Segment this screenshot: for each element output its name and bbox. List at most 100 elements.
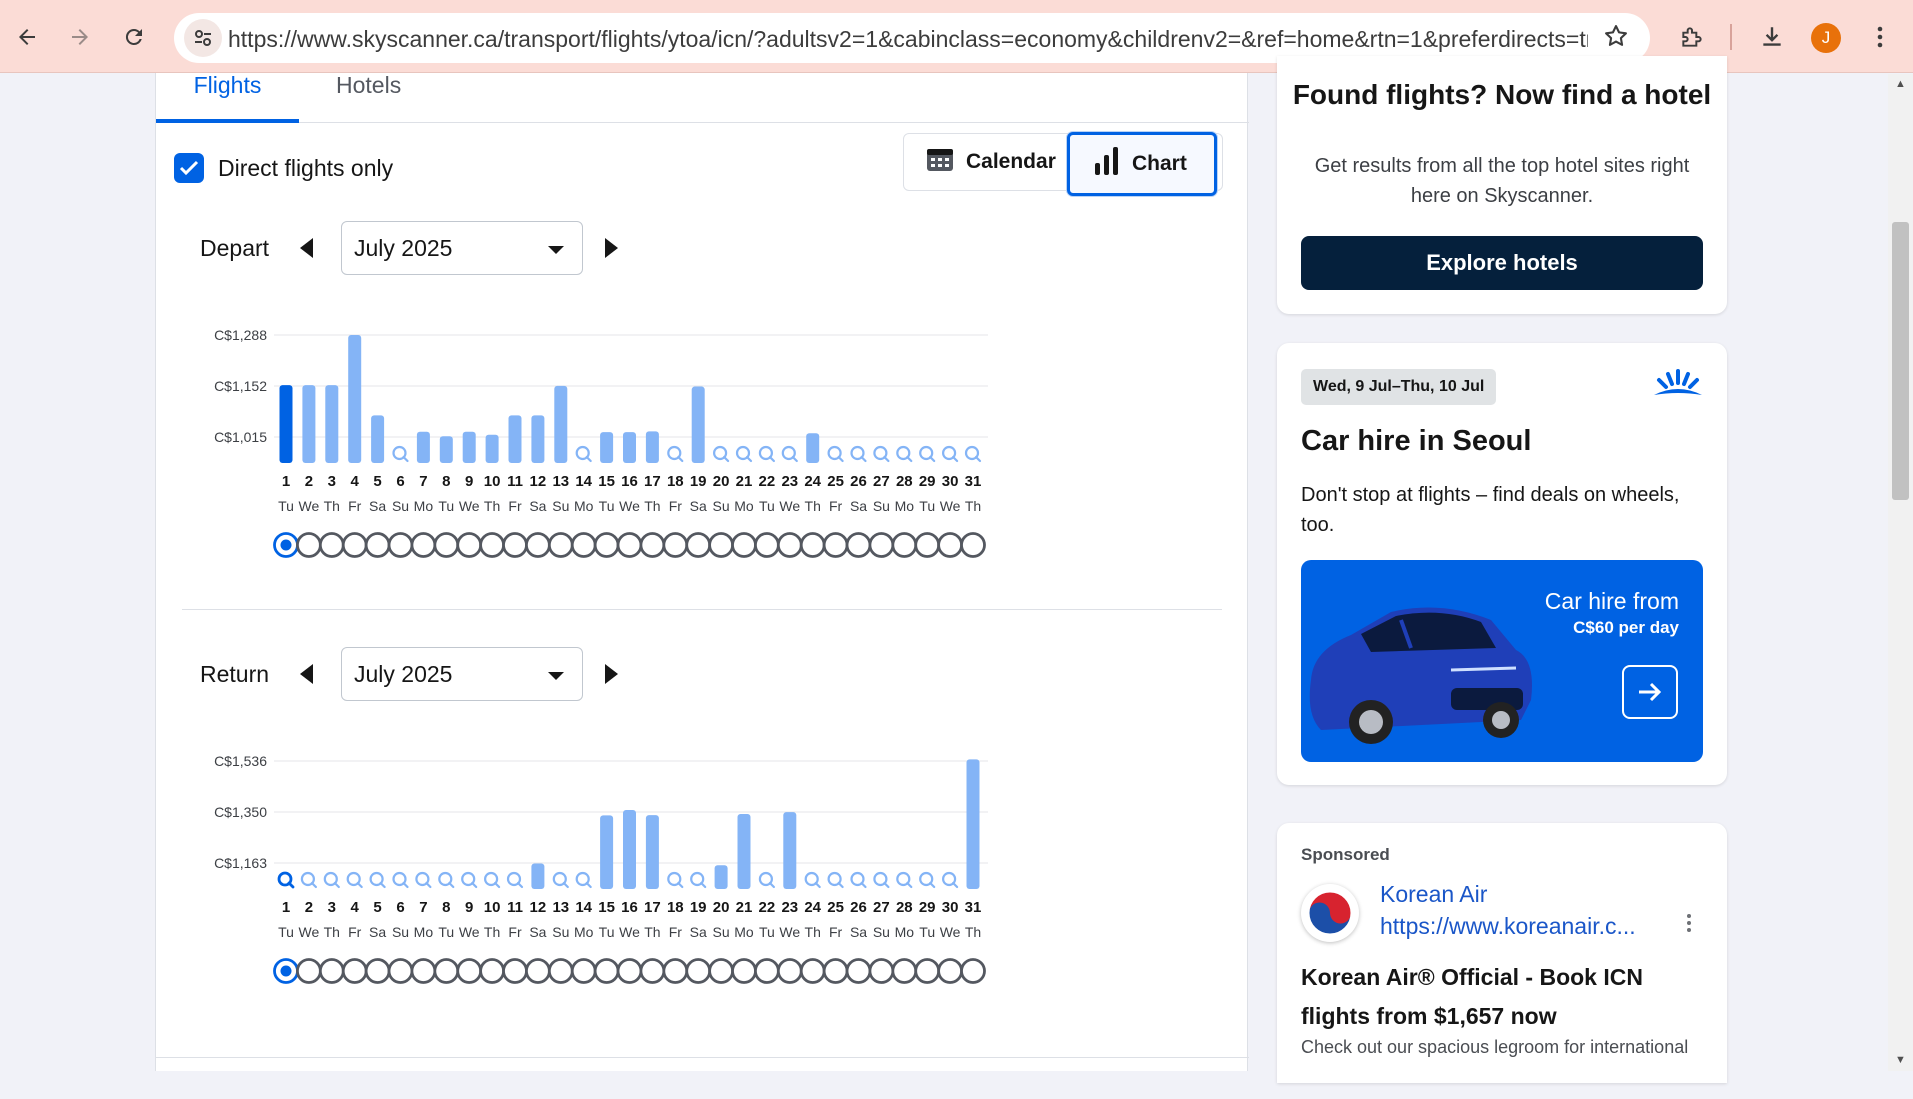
site-info-icon[interactable] [184,19,222,57]
search-icon[interactable] [575,871,592,889]
scroll-thumb[interactable] [1892,222,1909,500]
search-icon[interactable] [919,871,936,889]
day-radio-29[interactable] [914,958,941,984]
day-radio-10[interactable] [479,958,506,984]
direct-flights-checkbox[interactable] [174,153,204,183]
day-radio-31[interactable] [960,532,986,558]
price-bar-day-10[interactable] [485,434,499,463]
tab-flights[interactable]: Flights [156,73,299,123]
day-radio-7[interactable] [410,958,437,984]
return-month-select[interactable]: July 2025 [341,647,583,701]
day-radio-5[interactable] [364,958,391,984]
day-radio-23[interactable] [776,958,803,984]
day-radio-8[interactable] [433,958,460,984]
day-radio-22[interactable] [754,532,780,558]
day-radio-6[interactable] [387,532,414,558]
download-icon[interactable] [1755,20,1789,54]
day-radio-3[interactable] [318,958,345,984]
car-hire-banner[interactable]: Car hire from C$60 per day [1301,560,1703,762]
day-radio-16[interactable] [616,958,643,984]
price-bar-day-16[interactable] [623,809,636,889]
depart-prev-month-icon[interactable] [300,238,313,258]
return-next-month-icon[interactable] [605,664,618,684]
scroll-down-icon[interactable]: ▼ [1895,1054,1906,1066]
day-radio-28[interactable] [891,958,918,984]
day-radio-7[interactable] [410,532,437,558]
day-radio-10[interactable] [479,532,506,558]
search-icon[interactable] [415,871,432,889]
price-bar-day-12[interactable] [531,863,545,889]
price-bar-day-4[interactable] [348,335,362,463]
price-bar-day-8[interactable] [439,436,453,463]
scroll-up-icon[interactable]: ▲ [1895,78,1906,90]
day-radio-30[interactable] [937,958,963,984]
profile-avatar[interactable]: J [1811,23,1841,53]
day-radio-2[interactable] [295,532,322,558]
price-bar-day-17[interactable] [645,431,659,463]
day-radio-15[interactable] [593,958,620,984]
day-radio-28[interactable] [891,532,918,558]
return-prev-month-icon[interactable] [300,664,313,684]
search-icon[interactable] [323,871,340,889]
day-radio-14[interactable] [570,958,597,984]
price-bar-day-15[interactable] [600,432,614,463]
price-bar-day-19[interactable] [691,386,705,463]
day-radio-9[interactable] [456,532,483,558]
day-radio-4[interactable] [341,958,368,984]
search-icon[interactable] [758,871,776,889]
day-radio-19[interactable] [685,532,712,558]
day-radio-20[interactable] [708,532,734,558]
day-radio-13[interactable] [547,532,574,558]
day-radio-26[interactable] [845,958,872,984]
price-bar-day-20[interactable] [714,865,728,889]
day-radio-30[interactable] [937,532,963,558]
forward-icon[interactable] [63,20,97,54]
price-bar-day-2[interactable] [302,385,316,463]
reload-icon[interactable] [117,20,151,54]
day-radio-21[interactable] [731,958,757,984]
search-icon[interactable] [781,445,798,463]
day-radio-17[interactable] [639,532,666,558]
day-radio-24[interactable] [799,532,826,558]
day-radio-27[interactable] [868,958,895,984]
search-icon[interactable] [392,445,409,463]
day-radio-11[interactable] [502,532,528,558]
day-radio-13[interactable] [547,958,574,984]
day-radio-26[interactable] [845,532,872,558]
price-bar-day-21[interactable] [737,814,751,889]
day-radio-6[interactable] [387,958,414,984]
ad-advertiser-name[interactable]: Korean Air [1380,881,1487,908]
price-bar-day-7[interactable] [416,431,430,463]
search-icon[interactable] [896,871,913,889]
search-icon[interactable] [919,445,936,463]
price-bar-day-31[interactable] [966,759,980,889]
back-icon[interactable] [10,20,44,54]
day-radio-24[interactable] [799,958,826,984]
browser-menu-icon[interactable] [1863,20,1897,54]
search-icon[interactable] [873,445,890,463]
day-radio-15[interactable] [593,532,620,558]
day-radio-4[interactable] [341,532,368,558]
page-scrollbar[interactable]: ▲ ▼ [1888,74,1913,1071]
day-radio-12[interactable] [524,532,551,558]
extensions-icon[interactable] [1675,20,1709,54]
search-icon[interactable] [667,871,684,889]
search-icon[interactable] [346,871,363,889]
search-icon[interactable] [804,871,821,889]
ad-url[interactable]: https://www.koreanair.c... [1380,913,1636,940]
direct-flights-filter[interactable]: Direct flights only [174,153,393,183]
car-hire-card[interactable]: Wed, 9 Jul–Thu, 10 Jul Car hire in Seoul… [1277,343,1727,785]
day-radio-21[interactable] [731,532,757,558]
search-icon[interactable] [827,445,844,463]
arrow-right-icon[interactable] [1622,665,1678,719]
ad-headline[interactable]: Korean Air® Official - Book ICN flights … [1301,958,1711,1036]
day-radio-12[interactable] [524,958,551,984]
day-radio-25[interactable] [822,532,849,558]
search-icon[interactable] [827,871,844,889]
price-bar-day-1[interactable] [279,385,293,463]
day-radio-23[interactable] [776,532,803,558]
bookmark-star-icon[interactable] [1602,22,1630,55]
price-bar-day-3[interactable] [325,385,339,463]
price-bar-day-23[interactable] [783,812,797,889]
search-icon[interactable] [277,871,295,889]
